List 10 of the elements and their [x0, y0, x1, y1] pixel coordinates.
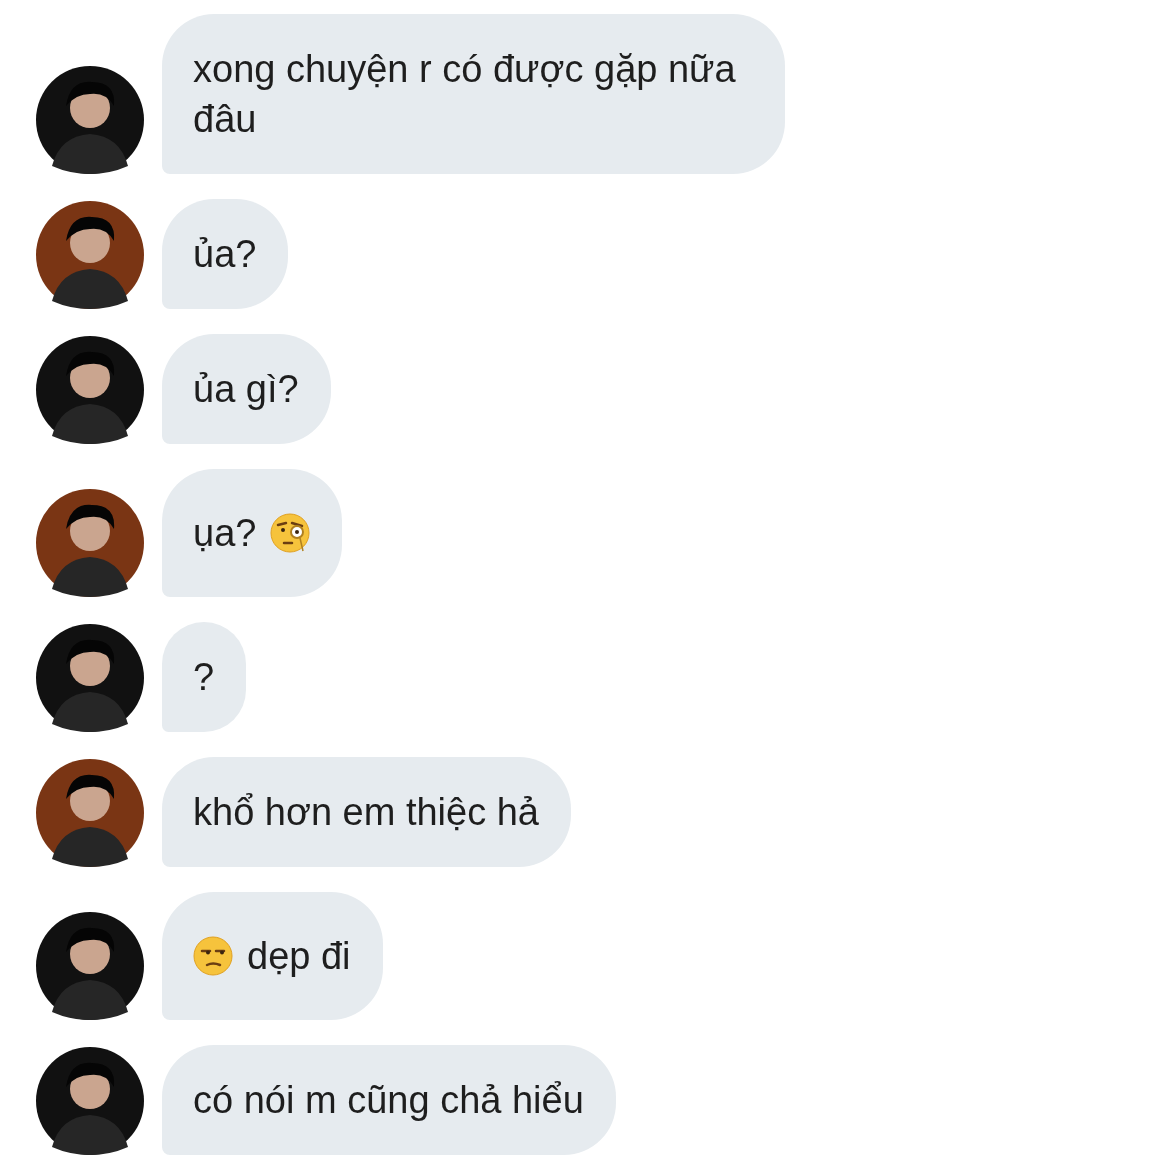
message-text: ? — [193, 655, 215, 700]
message-text: có nói m cũng chả hiểu — [193, 1078, 584, 1123]
message-text: dẹp đi — [247, 934, 351, 979]
message-text: ụa? — [193, 511, 257, 556]
message-text: xong chuyện r có được gặp nữa đâu — [193, 47, 737, 142]
monocle-face-icon — [270, 513, 311, 553]
message-text: ủa? — [193, 232, 257, 277]
unamused-face-icon — [193, 936, 233, 976]
message-text: ủa gì? — [193, 367, 299, 412]
message-text: khổ hơn em thiệc hả — [193, 790, 539, 835]
